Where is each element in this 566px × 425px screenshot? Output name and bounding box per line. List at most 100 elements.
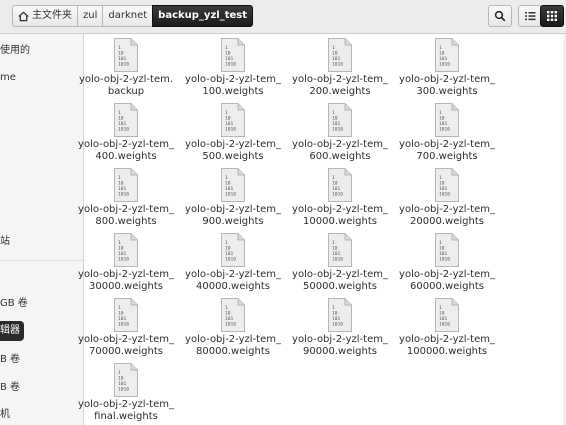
file-name: yolo-obj-2-yzl-tem_ 400.weights: [72, 139, 180, 162]
svg-text:101: 101: [225, 56, 234, 62]
file-name-line: 50000.weights: [303, 280, 377, 292]
file-name: yolo-obj-2-yzl-tem_ 50000.weights: [286, 269, 394, 292]
file-name-line: yolo-obj-2-yzl-tem_: [399, 204, 495, 215]
svg-text:1010: 1010: [225, 322, 236, 328]
file-name: yolo-obj-2-yzl-tem_ 200.weights: [286, 74, 394, 97]
sidebar-item-recent[interactable]: 使用的: [0, 43, 30, 59]
file-item[interactable]: 1 10 101 1010 yolo-obj-2-yzl-tem_ 50000.weigh…: [286, 233, 394, 292]
svg-text:1010: 1010: [225, 192, 236, 198]
file-item[interactable]: 1 10 101 1010 yolo-obj-2-yzl-tem_ 20000.weigh…: [393, 168, 501, 227]
breadcrumb-zul[interactable]: zul: [77, 5, 104, 27]
binary-file-icon: 1101011010: [114, 298, 138, 332]
binary-file-icon: 1101011010: [221, 168, 245, 202]
svg-text:1010: 1010: [332, 192, 343, 198]
file-name-line: yolo-obj-2-yzl-tem_: [399, 139, 495, 150]
file-item[interactable]: 1 10 101 1010 yolo-obj-2-yzl-tem_ 700.weights: [393, 103, 501, 162]
sidebar-item-home[interactable]: me: [0, 70, 16, 86]
grid-view-icon: [547, 11, 557, 21]
list-view-button[interactable]: [518, 5, 542, 27]
svg-text:101: 101: [118, 121, 127, 127]
file-item[interactable]: 1 10 101 1010 yolo-obj-2-yzl-tem_ 10000.weigh…: [286, 168, 394, 227]
binary-file-icon: 1101011010: [435, 168, 459, 202]
svg-text:1: 1: [439, 110, 442, 116]
svg-text:101: 101: [225, 316, 234, 322]
file-item[interactable]: 1 10 101 1010 yolo-obj-2-yzl-tem_ 300.weights: [393, 38, 501, 97]
file-name-line: 900.weights: [202, 215, 264, 227]
svg-text:10: 10: [225, 246, 231, 252]
file-item[interactable]: 1 10 101 1010 yolo-obj-2-yzl-tem. backup: [72, 38, 180, 97]
file-item[interactable]: 1 10 101 1010 yolo-obj-2-yzl-tem_ 90000.weigh…: [286, 298, 394, 357]
file-name-line: yolo-obj-2-yzl-tem_: [399, 334, 495, 345]
breadcrumb-darknet[interactable]: darknet: [102, 5, 154, 27]
file-name-line: yolo-obj-2-yzl-tem_: [185, 204, 281, 215]
file-item[interactable]: 1 10 101 1010 yolo-obj-2-yzl-tem_ 60000.weigh…: [393, 233, 501, 292]
svg-text:101: 101: [118, 56, 127, 62]
file-name-line: yolo-obj-2-yzl-tem_: [78, 399, 174, 410]
breadcrumb-home[interactable]: 主文件夹: [12, 5, 78, 27]
file-item[interactable]: 1 10 101 1010 yolo-obj-2-yzl-tem_ 600.weights: [286, 103, 394, 162]
svg-text:1: 1: [118, 370, 121, 376]
file-item[interactable]: 1 10 101 1010 yolo-obj-2-yzl-tem_ 400.weights: [72, 103, 180, 162]
svg-text:10: 10: [225, 116, 231, 122]
svg-text:101: 101: [332, 251, 341, 257]
svg-text:101: 101: [332, 186, 341, 192]
svg-text:1: 1: [332, 240, 335, 246]
file-name-line: final.weights: [94, 410, 158, 422]
file-grid: 1 10 101 1010 yolo-obj-2-yzl-tem. backup 1 10 10…: [78, 34, 566, 425]
file-name-line: yolo-obj-2-yzl-tem_: [78, 204, 174, 215]
file-item[interactable]: 1 10 101 1010 yolo-obj-2-yzl-tem_ 30000.weigh…: [72, 233, 180, 292]
binary-file-icon: 1101011010: [114, 233, 138, 267]
svg-text:101: 101: [118, 381, 127, 387]
file-name-line: 90000.weights: [303, 345, 377, 357]
breadcrumb: 主文件夹 zul darknet backup_yzl_test: [12, 5, 253, 27]
svg-text:1: 1: [332, 305, 335, 311]
file-name-line: 500.weights: [202, 150, 264, 162]
grid-view-button[interactable]: [540, 5, 564, 27]
binary-file-icon: 1101011010: [221, 233, 245, 267]
svg-text:10: 10: [225, 181, 231, 187]
file-item[interactable]: 1 10 101 1010 yolo-obj-2-yzl-tem_ 80000.weigh…: [179, 298, 287, 357]
sidebar-item-editor[interactable]: 辑器: [0, 321, 24, 341]
file-item[interactable]: 1 10 101 1010 yolo-obj-2-yzl-tem_ 800.weights: [72, 168, 180, 227]
file-name-line: 100.weights: [202, 85, 264, 97]
file-item[interactable]: 1 10 101 1010 yolo-obj-2-yzl-tem_ 100.weights: [179, 38, 287, 97]
file-name-line: yolo-obj-2-yzl-tem_: [399, 269, 495, 280]
svg-text:1: 1: [439, 175, 442, 181]
file-item[interactable]: 1 10 101 1010 yolo-obj-2-yzl-tem_ final.weigh…: [72, 363, 180, 422]
file-item[interactable]: 1 10 101 1010 yolo-obj-2-yzl-tem_ 500.weights: [179, 103, 287, 162]
svg-text:10: 10: [118, 376, 124, 382]
search-button[interactable]: [488, 5, 512, 27]
file-name-line: yolo-obj-2-yzl-tem_: [292, 139, 388, 150]
file-item[interactable]: 1 10 101 1010 yolo-obj-2-yzl-tem_ 100000.weig…: [393, 298, 501, 357]
file-name-line: yolo-obj-2-yzl-tem_: [78, 269, 174, 280]
file-item[interactable]: 1 10 101 1010 yolo-obj-2-yzl-tem_ 70000.weigh…: [72, 298, 180, 357]
file-name-line: yolo-obj-2-yzl-tem_: [292, 204, 388, 215]
svg-text:10: 10: [118, 181, 124, 187]
binary-file-icon: 1101011010: [221, 298, 245, 332]
binary-file-icon: 1101011010: [328, 38, 352, 72]
svg-text:1010: 1010: [118, 62, 129, 68]
sidebar-item-trash[interactable]: 站: [0, 234, 10, 250]
svg-text:1010: 1010: [225, 257, 236, 263]
sidebar-item-volume[interactable]: GB 卷: [0, 296, 28, 312]
file-item[interactable]: 1 10 101 1010 yolo-obj-2-yzl-tem_ 200.weights: [286, 38, 394, 97]
svg-text:1: 1: [118, 175, 121, 181]
sidebar-item-computer[interactable]: 机: [0, 407, 10, 423]
breadcrumb-current-folder[interactable]: backup_yzl_test: [152, 5, 253, 27]
file-name-line: yolo-obj-2-yzl-tem_: [185, 269, 281, 280]
sidebar-item-volume-2[interactable]: B 卷: [0, 352, 20, 368]
svg-text:1010: 1010: [439, 127, 450, 133]
file-name: yolo-obj-2-yzl-tem_ final.weights: [72, 399, 180, 422]
file-name: yolo-obj-2-yzl-tem_ 70000.weights: [72, 334, 180, 357]
binary-file-icon: 1101011010: [328, 298, 352, 332]
file-item[interactable]: 1 10 101 1010 yolo-obj-2-yzl-tem_ 900.weights: [179, 168, 287, 227]
binary-file-icon: 1101011010: [328, 233, 352, 267]
svg-text:101: 101: [332, 56, 341, 62]
file-name-line: 70000.weights: [89, 345, 163, 357]
file-name-line: 400.weights: [95, 150, 157, 162]
sidebar-item-volume-3[interactable]: B 卷: [0, 380, 20, 396]
file-name: yolo-obj-2-yzl-tem_ 90000.weights: [286, 334, 394, 357]
svg-text:101: 101: [332, 121, 341, 127]
file-item[interactable]: 1 10 101 1010 yolo-obj-2-yzl-tem_ 40000.weigh…: [179, 233, 287, 292]
breadcrumb-label: zul: [83, 10, 98, 21]
